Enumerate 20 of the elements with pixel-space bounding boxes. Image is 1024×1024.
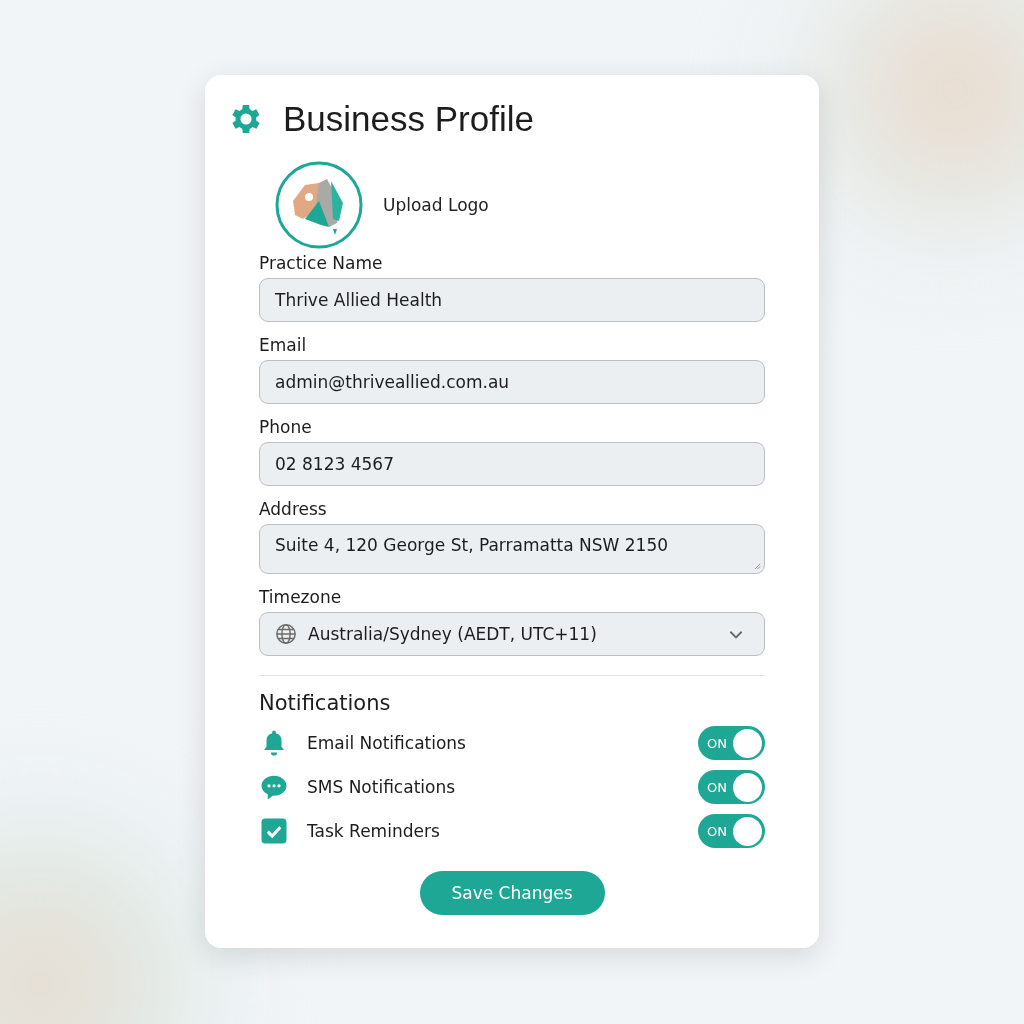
- text-field[interactable]: 02 8123 4567: [259, 442, 765, 486]
- globe-icon: [275, 623, 297, 645]
- field-label: Address: [259, 499, 328, 519]
- logo-drawing[interactable]: [275, 161, 363, 249]
- field-label: Phone: [259, 417, 313, 437]
- section-heading: Notifications: [259, 691, 392, 715]
- timezone-dropdown[interactable]: Australia/Sydney (AEDT, UTC+11): [259, 612, 765, 656]
- field-label: Practice Name: [259, 253, 384, 273]
- page-title: Business Profile: [283, 99, 534, 139]
- notification-label: Email Notifications: [307, 733, 467, 753]
- text-field[interactable]: Thrive Allied Health: [259, 278, 765, 322]
- text-area[interactable]: Suite 4, 120 George St, Parramatta NSW 2150: [259, 524, 765, 574]
- notification-label: Task Reminders: [307, 821, 441, 841]
- resize-handle-icon[interactable]: [754, 563, 761, 570]
- notification-label: SMS Notifications: [307, 777, 457, 797]
- field-label: Email: [259, 335, 308, 355]
- upload-logo-link[interactable]: Upload Logo: [383, 195, 489, 215]
- text-field[interactable]: admin@thriveallied.com.au: [259, 360, 765, 404]
- checkbox-icon: [259, 816, 289, 846]
- field-label: Timezone: [259, 587, 343, 607]
